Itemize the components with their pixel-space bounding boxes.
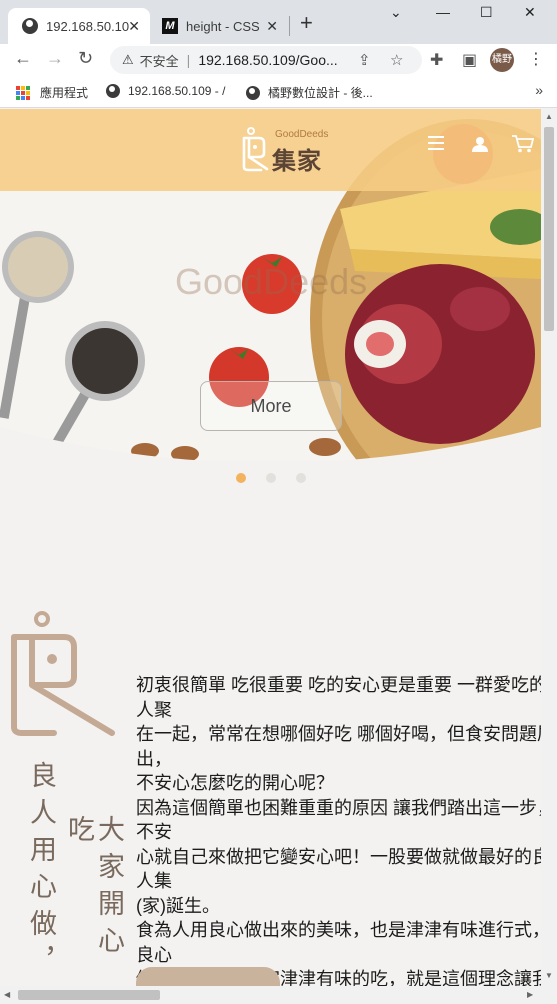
address-separator: |: [186, 52, 191, 68]
browser-toolbar: ← → ↻ ⚠ 不安全 | 192.168.50.109/Goo... ⇪ ☆ …: [0, 44, 557, 76]
close-window-button[interactable]: ✕: [524, 4, 536, 21]
bookmark-local-server[interactable]: 192.168.50.109 - /: [106, 84, 225, 98]
bookmark-admin[interactable]: 橘野數位設計 - 後...: [246, 84, 373, 101]
carousel-dot[interactable]: [296, 473, 306, 483]
close-tab-icon[interactable]: ✕: [266, 18, 278, 35]
intro-tab-button[interactable]: [136, 967, 280, 986]
scroll-up-icon[interactable]: ▲: [545, 112, 553, 121]
bookmarks-overflow-icon[interactable]: »: [535, 82, 543, 98]
apps-icon: [16, 85, 30, 100]
tab-active[interactable]: 192.168.50.10 ✕: [8, 8, 150, 44]
logo-english-text: GoodDeeds: [275, 129, 329, 140]
back-icon[interactable]: ←: [14, 48, 32, 69]
logo-mark-icon: [242, 127, 269, 172]
hero-watermark-text: GoodDeeds: [175, 261, 368, 302]
address-bar[interactable]: ⚠ 不安全 | 192.168.50.109/Goo... ⇪ ☆: [110, 46, 422, 74]
horizontal-scrollbar[interactable]: ◀ ▶: [0, 986, 557, 1004]
tab-title: height - CSS: [186, 18, 260, 34]
globe-icon: [106, 84, 120, 98]
bookmark-label: 橘野數位設計 - 後...: [268, 86, 373, 100]
carousel-dots: [236, 473, 306, 483]
tab-divider: [289, 16, 290, 36]
share-icon[interactable]: ⇪: [358, 51, 371, 69]
mdn-icon: M: [162, 18, 178, 34]
bookmark-apps[interactable]: 應用程式: [16, 84, 88, 101]
forward-icon[interactable]: →: [46, 48, 64, 69]
logo-chinese-text: 集家: [272, 148, 322, 175]
page-viewport: GoodDeeds 集家 GoodDeeds More 良人用心做， 大家開心吃…: [0, 109, 541, 986]
cart-icon[interactable]: [512, 135, 534, 153]
reload-icon[interactable]: ↻: [78, 48, 93, 69]
side-panel-icon[interactable]: ▣: [462, 50, 477, 70]
globe-icon: [246, 85, 260, 100]
intro-paragraph: 初衷很簡單 吃很重要 吃的安心更是重要 一群愛吃的人聚 在一起，常常在想哪個好吃…: [136, 675, 541, 986]
insecure-label: 不安全: [139, 53, 179, 69]
carousel-dot[interactable]: [236, 473, 246, 483]
profile-avatar[interactable]: 橘野: [490, 48, 514, 72]
vertical-scrollbar[interactable]: ▲ ▼: [541, 109, 557, 986]
new-tab-button[interactable]: +: [300, 12, 313, 34]
warning-icon: ⚠: [122, 52, 134, 67]
site-header: GoodDeeds 集家: [0, 109, 541, 191]
tab-search-icon[interactable]: ⌄: [390, 4, 402, 21]
menu-icon[interactable]: ⋮: [528, 49, 544, 69]
browser-tab-bar: 192.168.50.10 ✕ M height - CSS ✕ + ⌄ — ☐…: [0, 0, 557, 44]
minimize-button[interactable]: —: [436, 4, 450, 20]
hamburger-menu-icon[interactable]: [428, 136, 444, 150]
extensions-icon[interactable]: ✚: [430, 50, 443, 70]
globe-icon: [22, 18, 38, 34]
brand-slogan-line-2: 大家開心吃: [64, 815, 124, 963]
bookmark-label: 應用程式: [40, 86, 89, 100]
url-text: 192.168.50.109/Goo...: [198, 52, 338, 68]
more-button[interactable]: More: [200, 381, 342, 431]
user-icon[interactable]: [472, 136, 488, 152]
tab-inactive[interactable]: M height - CSS ✕: [152, 8, 288, 44]
carousel-dot[interactable]: [266, 473, 276, 483]
bookmark-label: 192.168.50.109 - /: [128, 84, 226, 98]
maximize-button[interactable]: ☐: [480, 4, 493, 21]
bookmark-star-icon[interactable]: ☆: [390, 51, 403, 69]
scrollbar-thumb[interactable]: [18, 990, 160, 1000]
brand-slogan-line-1: 良人用心做，: [26, 761, 56, 983]
tab-title: 192.168.50.10: [46, 18, 130, 34]
scroll-right-icon[interactable]: ▶: [527, 990, 533, 999]
hero-carousel: GoodDeeds 集家 GoodDeeds More: [0, 109, 541, 461]
scrollbar-thumb[interactable]: [544, 127, 554, 331]
brand-logo-icon: [11, 611, 115, 736]
scroll-down-icon[interactable]: ▼: [545, 971, 553, 980]
close-tab-icon[interactable]: ✕: [128, 18, 140, 35]
scroll-left-icon[interactable]: ◀: [4, 990, 10, 999]
bookmarks-bar: 應用程式 192.168.50.109 - / 橘野數位設計 - 後... »: [0, 76, 557, 108]
